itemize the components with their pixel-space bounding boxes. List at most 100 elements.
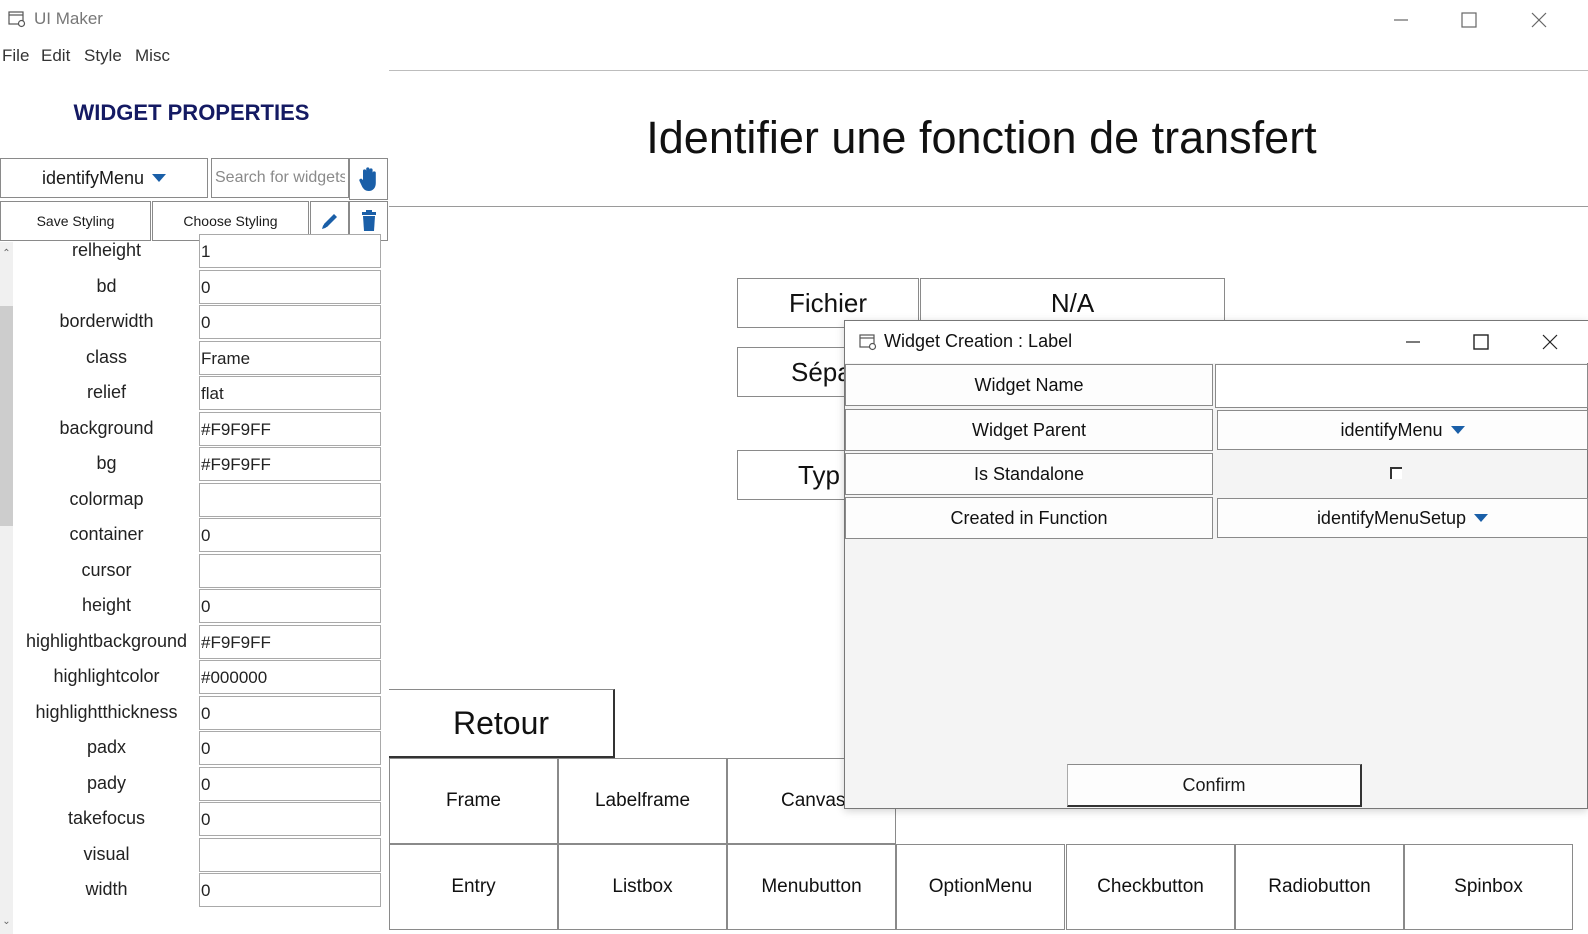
property-value-field[interactable]: 0 (199, 305, 381, 339)
property-row-width: width 0 (14, 873, 382, 909)
widget-parent-dropdown[interactable]: identifyMenu (1217, 410, 1588, 450)
property-row-padx: padx 0 (14, 731, 382, 767)
property-name: relief (86, 382, 126, 402)
window-titlebar (0, 0, 1588, 40)
property-value-field[interactable] (199, 553, 381, 588)
hand-icon (358, 167, 376, 191)
property-row-bd: bd 0 (14, 269, 382, 306)
property-row-height: height 0 (14, 589, 382, 625)
title-divider (389, 206, 1588, 207)
palette-labelframe-button[interactable]: Labelframe (558, 758, 727, 844)
property-name: highlightbackground (25, 630, 188, 651)
property-name: highlightcolor (53, 666, 160, 686)
property-value-field[interactable]: 0 (199, 802, 381, 836)
palette-radiobutton-button[interactable]: Radiobutton (1235, 844, 1404, 930)
property-row-cursor: cursor (14, 553, 382, 590)
property-name: padx (86, 737, 127, 757)
property-row-borderwidth: borderwidth 0 (14, 305, 382, 341)
property-name: colormap (69, 488, 144, 509)
property-row-visual: visual (14, 837, 382, 874)
property-value-field[interactable]: #000000 (199, 660, 381, 694)
hand-tool-button[interactable] (349, 158, 388, 200)
panel-title: WIDGET PROPERTIES (73, 100, 310, 125)
maximize-icon[interactable] (1437, 0, 1501, 40)
property-row-relief: relief flat (14, 376, 382, 412)
property-value-field[interactable]: #F9F9FF (199, 411, 381, 446)
property-name: visual (83, 843, 130, 864)
property-row-highlightcolor: highlightcolor #000000 (14, 660, 382, 696)
property-name: height (81, 595, 132, 615)
is-standalone-checkbox[interactable] (1390, 467, 1402, 479)
property-value-field[interactable]: 0 (199, 766, 381, 801)
property-name: container (69, 524, 144, 544)
property-name: width (85, 879, 128, 899)
chevron-up-icon[interactable]: ⌃ (0, 248, 13, 259)
close-icon[interactable] (1507, 0, 1571, 40)
menu-file[interactable]: File (2, 46, 29, 66)
palette-optionmenu-button[interactable]: OptionMenu (896, 844, 1065, 930)
property-value-field[interactable] (199, 837, 381, 872)
menu-style[interactable]: Style (84, 46, 122, 66)
chevron-down-icon (1474, 514, 1489, 522)
property-name: pady (86, 772, 127, 793)
property-value-field[interactable]: 0 (199, 269, 381, 304)
palette-entry-button[interactable]: Entry (389, 844, 558, 930)
property-value-field[interactable]: #F9F9FF (199, 447, 381, 481)
property-name: borderwidth (59, 311, 154, 331)
property-value-field[interactable]: flat (199, 376, 381, 410)
chevron-down-icon[interactable]: ⌄ (0, 916, 13, 927)
created-in-function-label: Created in Function (845, 497, 1213, 539)
minimize-icon[interactable] (1381, 321, 1445, 363)
property-name: background (59, 417, 154, 438)
widget-parent-value: identifyMenu (1340, 419, 1443, 440)
trash-icon (361, 210, 376, 231)
widget-parent-label: Widget Parent (845, 409, 1213, 451)
search-input[interactable] (211, 158, 349, 198)
property-name: relheight (71, 240, 142, 260)
property-value-field[interactable]: 0 (199, 873, 381, 907)
created-in-function-dropdown[interactable]: identifyMenuSetup (1217, 498, 1588, 538)
property-value-field[interactable]: 0 (199, 589, 381, 623)
property-name: highlightthickness (35, 701, 178, 722)
widget-select-dropdown[interactable]: identifyMenu (0, 158, 208, 198)
property-value-field[interactable]: 1 (199, 234, 381, 268)
retour-button[interactable]: Retour (389, 689, 615, 758)
menubar-divider (389, 70, 1588, 71)
page-title: Identifier une fonction de transfert (646, 112, 1317, 163)
property-row-relheight: relheight 1 (14, 234, 382, 270)
chevron-down-icon (1450, 426, 1465, 434)
property-value-field[interactable]: #F9F9FF (199, 624, 381, 659)
property-row-pady: pady 0 (14, 766, 382, 803)
property-value-field[interactable]: 0 (199, 695, 381, 730)
palette-checkbutton-button[interactable]: Checkbutton (1066, 844, 1235, 930)
property-value-field[interactable] (199, 482, 381, 517)
palette-spinbox-button[interactable]: Spinbox (1404, 844, 1573, 930)
window-title: UI Maker (34, 9, 103, 28)
property-value-field[interactable]: 0 (199, 518, 381, 552)
close-icon[interactable] (1518, 321, 1582, 363)
property-row-highlightbackground: highlightbackground #F9F9FF (14, 624, 382, 661)
menu-misc[interactable]: Misc (135, 46, 170, 66)
property-row-bg: bg #F9F9FF (14, 447, 382, 483)
created-in-function-value: identifyMenuSetup (1316, 507, 1467, 528)
pencil-icon (321, 214, 337, 229)
property-row-class: class Frame (14, 340, 382, 377)
dialog-window-icon (859, 333, 877, 351)
property-row-container: container 0 (14, 518, 382, 554)
property-name: bg (96, 453, 117, 473)
property-name: class (85, 346, 127, 367)
property-row-highlightthickness: highlightthickness 0 (14, 695, 382, 732)
confirm-button[interactable]: Confirm (1067, 764, 1362, 807)
minimize-icon[interactable] (1369, 0, 1433, 40)
palette-menubutton-button[interactable]: Menubutton (727, 844, 896, 930)
palette-listbox-button[interactable]: Listbox (558, 844, 727, 930)
property-value-field[interactable]: 0 (199, 731, 381, 765)
palette-frame-button[interactable]: Frame (389, 758, 558, 844)
property-value-field[interactable]: Frame (199, 340, 381, 375)
scrollbar-thumb[interactable] (0, 306, 13, 526)
menu-edit[interactable]: Edit (41, 46, 70, 66)
maximize-icon[interactable] (1449, 321, 1513, 363)
widget-name-input[interactable] (1215, 364, 1588, 408)
property-row-takefocus: takefocus 0 (14, 802, 382, 838)
property-row-background: background #F9F9FF (14, 411, 382, 448)
